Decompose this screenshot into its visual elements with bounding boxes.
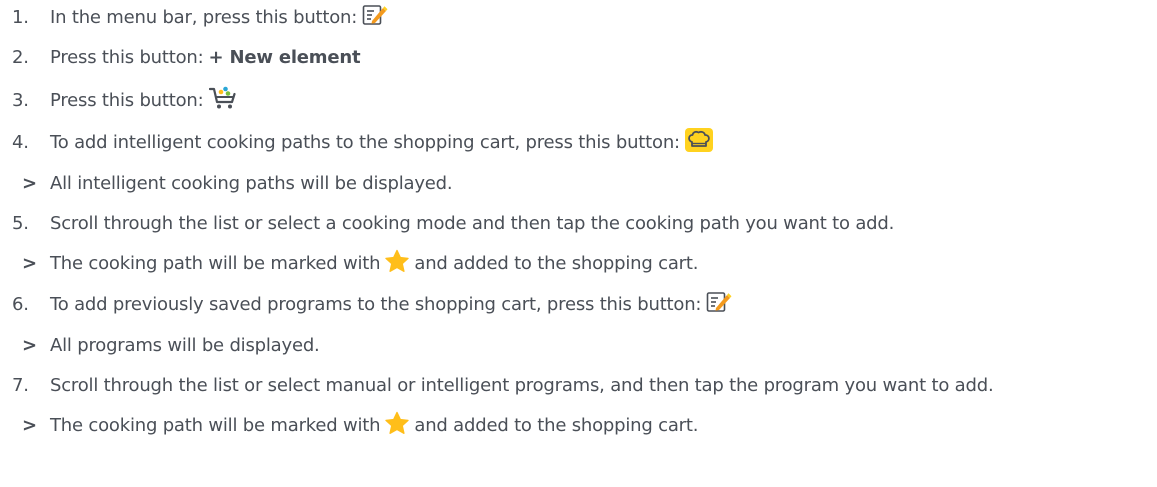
result-marker: > (22, 334, 37, 356)
step-2: 2. Press this button: + New element (0, 40, 361, 74)
step-text: Scroll through the list or select a cook… (50, 212, 895, 234)
step-7: 7. Scroll through the list or select man… (0, 368, 994, 402)
result-4: > The cooking path will be marked with a… (0, 408, 698, 442)
instruction-list: 1. In the menu bar, press this button: 2… (0, 0, 1157, 487)
step-1: 1. In the menu bar, press this button: (0, 0, 388, 34)
result-1: > All intelligent cooking paths will be … (0, 166, 453, 200)
step-text: In the menu bar, press this button: (50, 6, 358, 28)
result-marker: > (22, 414, 37, 436)
shopping-cart-icon (208, 86, 237, 115)
result-2: > The cooking path will be marked with a… (0, 246, 698, 280)
step-text: Press this button: (50, 89, 204, 111)
result-marker: > (22, 252, 37, 274)
new-element-label: + New element (208, 46, 361, 68)
star-icon (384, 411, 410, 440)
result-3: > All programs will be displayed. (0, 328, 320, 362)
chef-hat-icon (684, 127, 713, 157)
result-text-before: The cooking path will be marked with (50, 414, 381, 436)
step-3: 3. Press this button: (0, 83, 237, 117)
result-text: All programs will be displayed. (50, 334, 320, 356)
step-text: To add previously saved programs to the … (50, 293, 702, 315)
step-text: To add intelligent cooking paths to the … (50, 131, 680, 153)
result-text-after: and added to the shopping cart. (414, 252, 699, 274)
notepad-pencil-icon (706, 291, 732, 318)
step-number: 6. (12, 293, 29, 315)
step-number: 3. (12, 89, 29, 111)
step-6: 6. To add previously saved programs to t… (0, 287, 732, 321)
notepad-pencil-icon (362, 4, 388, 31)
result-text-after: and added to the shopping cart. (414, 414, 699, 436)
result-text: All intelligent cooking paths will be di… (50, 172, 453, 194)
step-4: 4. To add intelligent cooking paths to t… (0, 125, 713, 159)
step-text: Press this button: (50, 46, 204, 68)
result-text-before: The cooking path will be marked with (50, 252, 381, 274)
star-icon (384, 249, 410, 278)
step-number: 2. (12, 46, 29, 68)
step-number: 4. (12, 131, 29, 153)
step-text: Scroll through the list or select manual… (50, 374, 994, 396)
step-number: 1. (12, 6, 29, 28)
step-number: 5. (12, 212, 29, 234)
result-marker: > (22, 172, 37, 194)
step-5: 5. Scroll through the list or select a c… (0, 206, 894, 240)
step-number: 7. (12, 374, 29, 396)
